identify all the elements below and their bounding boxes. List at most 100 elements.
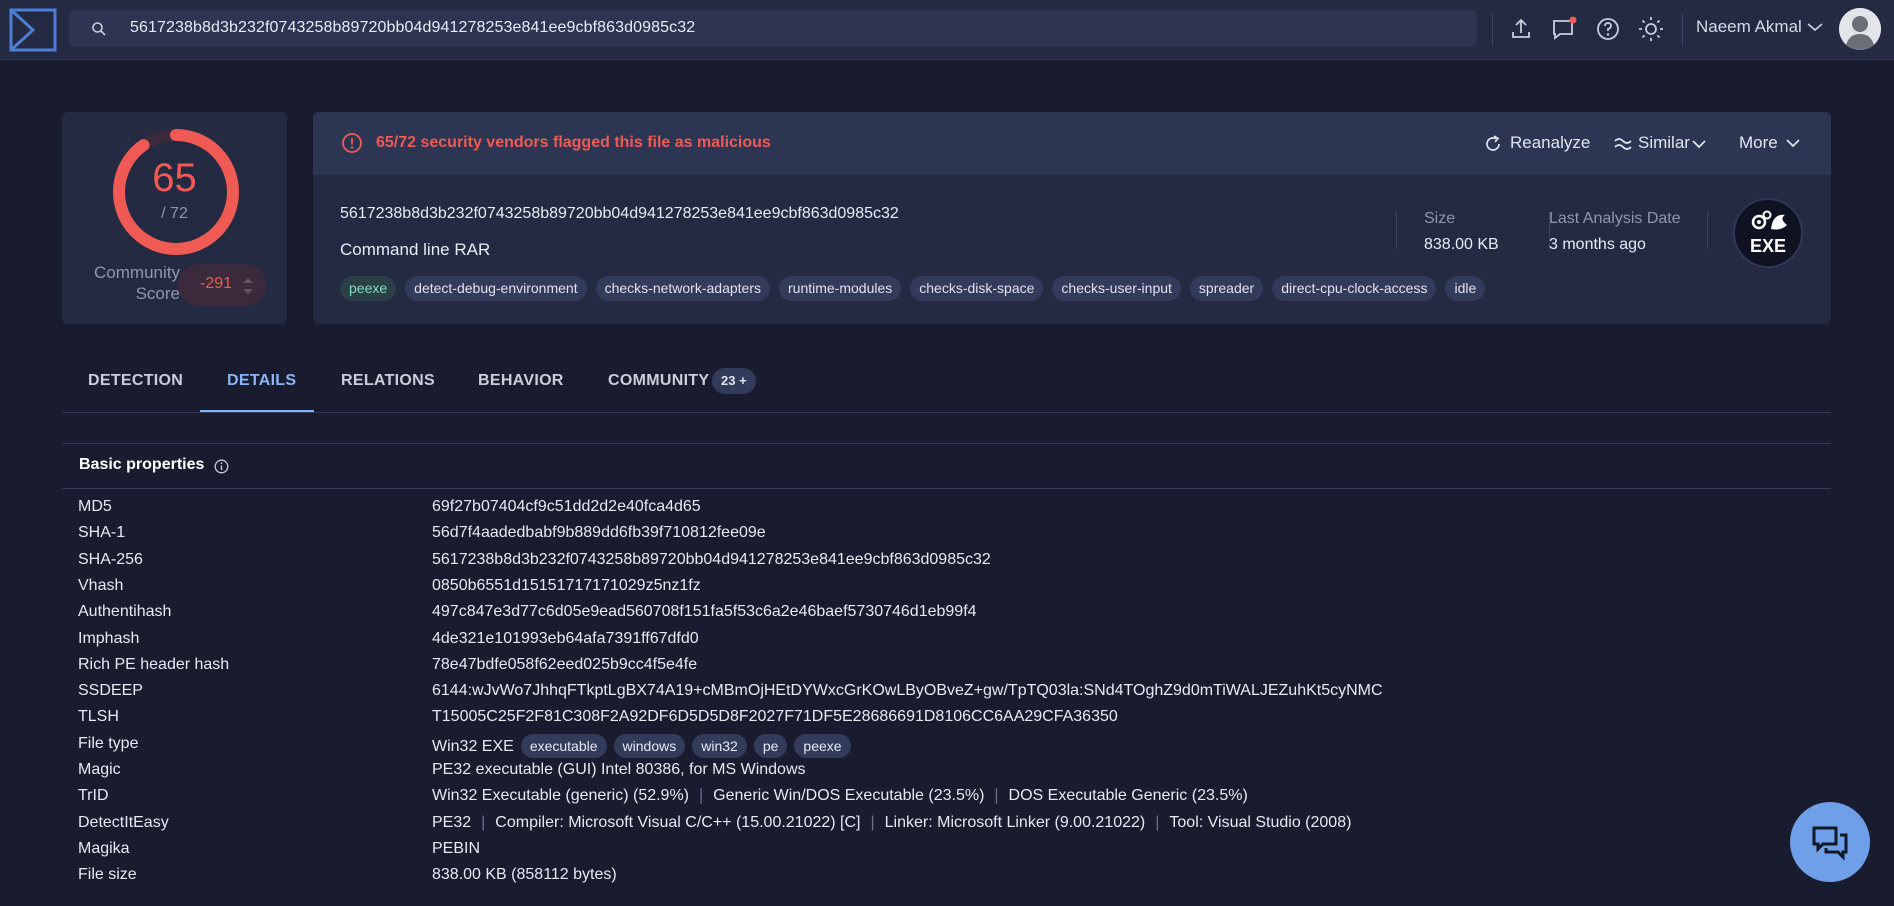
property-value[interactable]: 838.00 KB (858112 bytes) [432, 866, 617, 884]
alert-banner: 65/72 security vendors flagged this file… [313, 112, 1831, 175]
file-tag[interactable]: idle [1445, 276, 1486, 301]
property-value[interactable]: 497c847e3d77c6d05e9ead560708f151fa5f53c6… [432, 603, 977, 621]
property-part: Compiler: Microsoft Visual C/C++ (15.00.… [495, 814, 861, 831]
chat-button[interactable] [1790, 802, 1870, 882]
property-part: Win32 Executable (generic) (52.9%) [432, 787, 690, 804]
table-row: Rich PE header hash 78e47bdfe058f62eed025… [0, 656, 1894, 682]
tab-relations[interactable]: RELATIONS [341, 372, 435, 390]
property-key: SSDEEP [78, 682, 143, 699]
property-text: PEBIN [432, 840, 481, 857]
similar-button[interactable]: Similar [1638, 133, 1690, 153]
file-tag[interactable]: detect-debug-environment [405, 276, 587, 301]
separator: | [994, 787, 999, 804]
chevron-down-icon[interactable] [1785, 136, 1801, 150]
file-type-tag[interactable]: win32 [692, 734, 747, 758]
separator: | [1155, 814, 1160, 831]
file-tag[interactable]: checks-disk-space [910, 276, 1044, 301]
help-icon[interactable] [1595, 16, 1621, 42]
upload-icon[interactable] [1508, 16, 1534, 42]
property-value[interactable]: 0850b6551d15151717171029z5nz1fz [432, 577, 701, 595]
detection-count: 65 [152, 156, 197, 200]
table-row: File type Win32 EXE executable windows win32… [0, 734, 1894, 761]
divider [62, 412, 1831, 413]
divider [62, 488, 1831, 489]
property-value[interactable]: 5617238b8d3b232f0743258b89720bb04d941278… [432, 551, 991, 569]
search-icon [92, 22, 106, 36]
divider [1682, 14, 1683, 46]
property-part: Tool: Visual Studio (2008) [1169, 814, 1352, 831]
file-type-tag[interactable]: pe [753, 734, 788, 758]
property-value[interactable]: 69f27b07404cf9c51dd2d2e40fca4d65 [432, 498, 701, 516]
more-button[interactable]: More [1739, 133, 1778, 153]
reanalyze-button[interactable]: Reanalyze [1510, 133, 1590, 153]
file-type-label: EXE [1749, 236, 1787, 256]
property-text: Win32 EXE [432, 738, 514, 756]
file-tag[interactable]: runtime-modules [779, 276, 902, 301]
file-tag[interactable]: checks-user-input [1052, 276, 1181, 301]
tab-details[interactable]: DETAILS [227, 372, 296, 390]
table-row: Magic PE32 executable (GUI) Intel 80386, … [0, 761, 1894, 787]
property-value[interactable]: PE32 executable (GUI) Intel 80386, for M… [432, 761, 806, 779]
tab-community[interactable]: COMMUNITY [608, 372, 709, 390]
separator: | [870, 814, 875, 831]
property-part: Generic Win/DOS Executable (23.5%) [713, 787, 985, 804]
file-type-tag[interactable]: windows [613, 734, 686, 758]
search-input[interactable]: 5617238b8d3b232f0743258b89720bb04d941278… [69, 10, 1477, 47]
property-value[interactable]: 6144:wJvWo7JhhqFTkptLgBX74A19+cMBmOjHEtD… [432, 682, 1383, 700]
gear-icon [1751, 210, 1787, 230]
tab-behavior[interactable]: BEHAVIOR [478, 372, 564, 390]
file-tag[interactable]: spreader [1189, 276, 1264, 301]
property-key: TrID [78, 787, 109, 804]
avatar[interactable] [1839, 8, 1881, 50]
separator: | [481, 814, 486, 831]
property-value[interactable]: 56d7f4aadedbabf9b889dd6fb39f710812fee09e [432, 524, 766, 542]
property-value[interactable]: Win32 EXE executable windows win32 pe peexe [432, 734, 851, 759]
property-text: 78e47bdfe058f62eed025b9cc4f5e4fe [432, 656, 698, 673]
size-label: Size [1424, 210, 1456, 227]
property-value[interactable]: 4de321e101993eb64afa7391ff67dfd0 [432, 630, 699, 648]
file-summary-card: 65/72 security vendors flagged this file… [313, 112, 1831, 324]
property-value[interactable]: T15005C25F2F81C308F2A92DF6D5D5D8F2027F71… [432, 708, 1118, 726]
divider [1492, 14, 1493, 46]
chat-bubbles-icon [1812, 826, 1848, 861]
chevron-down-icon[interactable] [1806, 20, 1824, 34]
chevron-down-icon[interactable] [1691, 137, 1707, 151]
divider [62, 443, 1831, 444]
file-type-badge: EXE [1733, 198, 1803, 268]
property-value[interactable]: 78e47bdfe058f62eed025b9cc4f5e4fe [432, 656, 697, 674]
property-key: SHA-256 [78, 551, 143, 568]
tab-detection[interactable]: DETECTION [88, 372, 183, 390]
vote-arrows-icon[interactable] [242, 275, 254, 297]
property-value[interactable]: Win32 Executable (generic) (52.9%) | Gener… [432, 787, 1248, 805]
file-type-tag[interactable]: peexe [794, 734, 851, 758]
property-key: DetectItEasy [78, 814, 169, 831]
file-tag[interactable]: peexe [340, 276, 397, 301]
property-key: Magic [78, 761, 121, 778]
info-icon[interactable] [214, 459, 229, 474]
property-text: 69f27b07404cf9c51dd2d2e40fca4d65 [432, 498, 701, 515]
property-part: DOS Executable Generic (23.5%) [1008, 787, 1248, 804]
property-key: File type [78, 735, 139, 752]
community-score-pill: -291 [178, 264, 266, 306]
file-tags: peexe detect-debug-environment checks-ne… [340, 276, 1486, 301]
property-text: 6144:wJvWo7JhhqFTkptLgBX74A19+cMBmOjHEtD… [432, 682, 1383, 699]
file-tag[interactable]: direct-cpu-clock-access [1272, 276, 1437, 301]
similar-icon[interactable] [1613, 134, 1633, 154]
property-value[interactable]: PEBIN [432, 840, 480, 858]
file-tag[interactable]: checks-network-adapters [595, 276, 770, 301]
user-name[interactable]: Naeem Akmal [1696, 17, 1802, 37]
file-name: Command line RAR [340, 240, 491, 259]
reanalyze-icon[interactable] [1483, 134, 1503, 154]
community-count-badge[interactable]: 23 + [712, 368, 756, 394]
property-key: MD5 [78, 498, 112, 515]
community-score-value: -291 [200, 275, 233, 292]
property-value[interactable]: PE32 | Compiler: Microsoft Visual C/C++ (1… [432, 814, 1351, 832]
file-hash[interactable]: 5617238b8d3b232f0743258b89720bb04d941278… [340, 205, 899, 223]
theme-icon[interactable] [1638, 16, 1664, 42]
file-type-tag[interactable]: executable [520, 734, 607, 758]
last-analysis-value: 3 months ago [1549, 236, 1646, 253]
chat-notification-icon[interactable] [1551, 16, 1577, 42]
property-key: SHA-1 [78, 524, 126, 541]
table-row: Magika PEBIN [0, 840, 1894, 866]
logo-icon[interactable] [9, 8, 57, 52]
